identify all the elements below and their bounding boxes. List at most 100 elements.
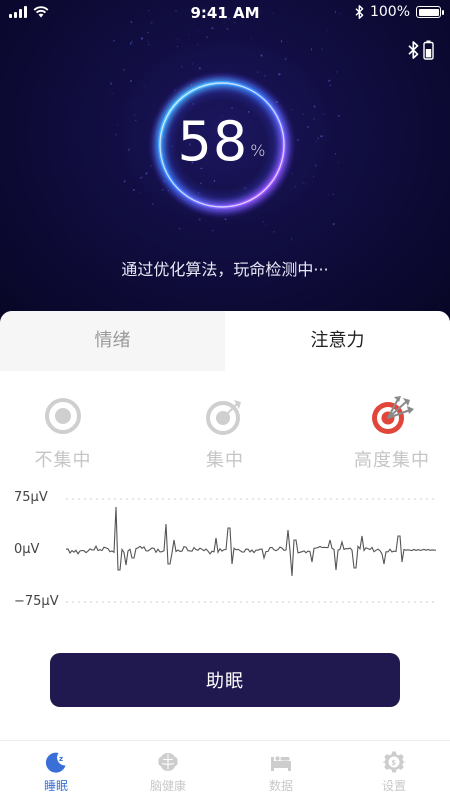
- battery-percent: 100%: [369, 4, 410, 20]
- star-particle: [177, 45, 179, 48]
- star-particle: [226, 28, 229, 30]
- star-particle: [113, 39, 115, 42]
- star-particle: [315, 140, 317, 142]
- star-particle: [313, 176, 314, 178]
- bluetooth-icon: [408, 41, 419, 59]
- star-particle: [250, 37, 252, 39]
- star-particle: [134, 103, 136, 105]
- settings-gear-icon: $: [382, 751, 406, 773]
- brain-icon: [158, 753, 178, 771]
- svg-text:$: $: [391, 759, 396, 767]
- star-particle: [313, 105, 316, 108]
- attention-card: 情绪 注意力 不集中 集中 高度集中 75μV 0μV −75μV 助眠 z 睡…: [0, 311, 450, 800]
- star-particle: [148, 44, 150, 46]
- star-particle: [332, 193, 335, 195]
- star-particle: [302, 113, 305, 115]
- nav-brain-health[interactable]: 脑健康: [112, 741, 224, 800]
- star-particle: [307, 126, 309, 128]
- star-particle: [188, 34, 190, 36]
- star-particle: [336, 70, 338, 73]
- level-highly-focused: 高度集中: [332, 396, 450, 472]
- nav-label-brain-health: 脑健康: [149, 779, 186, 793]
- battery-level: [418, 8, 439, 16]
- star-particle: [211, 27, 214, 29]
- star-particle: [114, 133, 117, 136]
- star-particle: [297, 139, 299, 141]
- star-particle: [314, 89, 316, 91]
- device-connection-indicator[interactable]: [408, 40, 434, 60]
- nav-data[interactable]: 数据: [225, 741, 337, 800]
- tab-bar: 情绪 注意力: [0, 311, 450, 371]
- star-particle: [305, 182, 307, 185]
- star-particle: [322, 113, 325, 115]
- bottom-nav: z 睡眠 脑健康 数据 $ 设置: [0, 740, 450, 800]
- star-particle: [313, 118, 315, 120]
- star-particle: [135, 119, 137, 121]
- star-particle: [280, 40, 283, 43]
- star-particle: [314, 164, 317, 167]
- sleep-aid-button[interactable]: 助眠: [50, 653, 400, 707]
- battery-icon: [416, 6, 444, 18]
- star-particle: [206, 36, 208, 39]
- level-unfocused: 不集中: [3, 396, 123, 472]
- star-particle: [178, 228, 181, 230]
- star-particle: [329, 84, 332, 87]
- star-particle: [197, 30, 199, 32]
- star-particle: [317, 137, 319, 140]
- star-particle: [260, 54, 263, 57]
- eeg-waveform: 75μV 0μV −75μV: [0, 486, 450, 616]
- svg-text:z: z: [59, 755, 63, 763]
- nav-label-sleep: 睡眠: [43, 779, 68, 793]
- star-particle: [265, 223, 267, 226]
- star-particle: [147, 31, 149, 34]
- star-particle: [146, 40, 149, 43]
- star-particle: [143, 85, 145, 87]
- bluetooth-icon: [355, 5, 364, 19]
- star-particle: [337, 114, 340, 117]
- waveform-plot: [65, 498, 437, 603]
- star-particle: [335, 153, 337, 155]
- target-icon: [45, 398, 81, 434]
- star-particle: [273, 231, 275, 233]
- star-particle: [140, 37, 143, 40]
- nav-sleep[interactable]: z 睡眠: [0, 741, 112, 800]
- star-particle: [123, 180, 126, 183]
- progress-value: 58: [177, 110, 249, 173]
- star-particle: [302, 181, 304, 184]
- star-particle: [116, 124, 119, 126]
- star-particle: [123, 69, 125, 71]
- detection-status-text: 通过优化算法，玩命检测中···: [121, 260, 329, 279]
- star-particle: [326, 30, 329, 32]
- level-label-unfocused: 不集中: [34, 450, 92, 471]
- status-bar: 9:41 AM 100%: [0, 0, 450, 26]
- tab-attention[interactable]: 注意力: [225, 311, 450, 371]
- star-particle: [212, 229, 214, 232]
- progress-percent: 58%: [147, 110, 297, 173]
- star-particle: [111, 92, 114, 95]
- star-particle: [143, 233, 145, 236]
- status-right: 100%: [355, 4, 444, 20]
- level-label-highly-focused: 高度集中: [354, 450, 430, 471]
- battery-icon: [423, 40, 434, 60]
- star-particle: [311, 48, 312, 51]
- star-particle: [138, 192, 141, 194]
- nav-label-data: 数据: [268, 779, 293, 793]
- star-particle: [132, 189, 135, 191]
- star-particle: [262, 221, 264, 223]
- star-particle: [140, 176, 143, 179]
- nav-settings[interactable]: $ 设置: [338, 741, 450, 800]
- level-focused: 集中: [165, 396, 285, 472]
- star-particle: [130, 42, 132, 45]
- star-particle: [291, 238, 293, 240]
- star-particle: [128, 148, 130, 151]
- moon-sleep-icon: z: [45, 752, 66, 773]
- star-particle: [131, 40, 133, 43]
- star-particle: [177, 38, 179, 40]
- star-particle: [191, 63, 193, 65]
- level-label-focused: 集中: [206, 450, 244, 471]
- star-particle: [130, 80, 132, 82]
- target-arrow-icon: [206, 400, 241, 435]
- star-particle: [110, 82, 112, 85]
- progress-ring: 58%: [147, 70, 297, 220]
- tab-emotion[interactable]: 情绪: [0, 311, 225, 371]
